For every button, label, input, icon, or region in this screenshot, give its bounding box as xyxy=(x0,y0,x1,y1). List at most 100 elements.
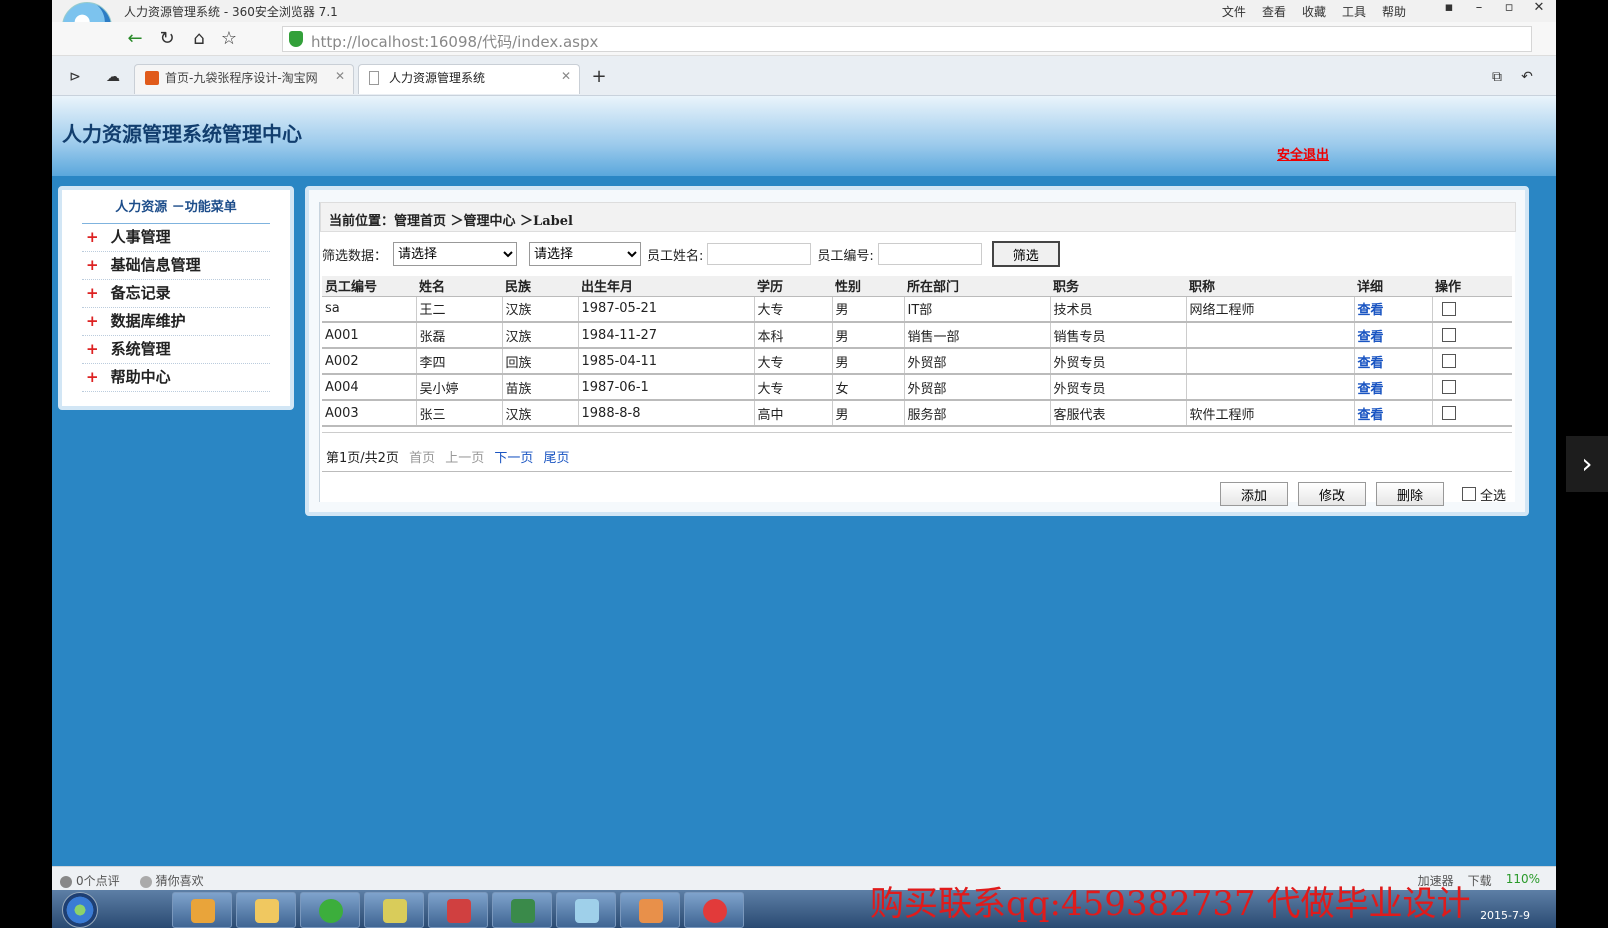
next-page-link[interactable]: 下一页 xyxy=(494,451,533,466)
menu-view[interactable]: 查看 xyxy=(1262,3,1286,20)
view-link[interactable]: 查看 xyxy=(1358,330,1384,345)
cell-birthdate: 1984-11-27 xyxy=(578,321,755,349)
row-checkbox[interactable] xyxy=(1441,328,1456,342)
home-icon[interactable]: ⌂ xyxy=(188,28,210,50)
tab-bar: ⊳ ☁ 首页-九袋张程序设计-淘宝网 ✕ 人力资源管理系统 ✕ + ⧉ ↶ xyxy=(52,56,1556,96)
table-header-row: 员工编号 姓名 民族 出生年月 学历 性别 所在部门 职务 职称 详细 操作 xyxy=(322,276,1512,297)
pin-icon[interactable]: ▪ xyxy=(1438,0,1460,15)
tab-taobao[interactable]: 首页-九袋张程序设计-淘宝网 ✕ xyxy=(134,64,354,94)
taskbar-snipping[interactable] xyxy=(364,892,424,928)
cell-name: 张三 xyxy=(416,399,503,427)
col-header: 姓名 xyxy=(416,276,502,297)
sidebar-item-basic-info[interactable]: + 基础信息管理 xyxy=(82,252,270,280)
tab-close-icon[interactable]: ✕ xyxy=(335,69,345,83)
last-page-link[interactable]: 尾页 xyxy=(544,451,570,466)
cell-select xyxy=(1432,347,1512,375)
page-title: 人力资源管理系统管理中心 xyxy=(62,122,302,146)
restore-tab-icon[interactable]: ⧉ xyxy=(1486,66,1508,88)
sidebar-item-memo[interactable]: + 备忘记录 xyxy=(82,280,270,308)
cell-title xyxy=(1186,347,1355,375)
menu-favorites[interactable]: 收藏 xyxy=(1302,3,1326,20)
menu-help[interactable]: 帮助 xyxy=(1382,3,1406,20)
menu-file[interactable]: 文件 xyxy=(1222,3,1246,20)
logout-link[interactable]: 安全退出 xyxy=(1277,144,1329,163)
chevron-right-icon[interactable]: › xyxy=(1566,436,1608,492)
filter-bar: 筛选数据： 请选择 请选择 员工姓名: 员工编号: 筛选 xyxy=(322,240,1060,268)
view-link[interactable]: 查看 xyxy=(1358,382,1384,397)
folder-icon xyxy=(255,899,279,923)
cell-gender: 女 xyxy=(832,373,905,401)
taskbar-notepad[interactable] xyxy=(556,892,616,928)
monitor-icon xyxy=(511,899,535,923)
plus-icon: + xyxy=(86,284,99,302)
sidebar-item-help[interactable]: + 帮助中心 xyxy=(82,364,270,392)
taskbar-explorer[interactable] xyxy=(236,892,296,928)
system-clock[interactable]: 2015-7-9 xyxy=(1480,892,1530,924)
tab-hr-system[interactable]: 人力资源管理系统 ✕ xyxy=(358,64,580,94)
cell-education: 大专 xyxy=(754,295,833,323)
row-checkbox[interactable] xyxy=(1441,380,1456,394)
col-header: 所在部门 xyxy=(904,276,1050,297)
taskbar-app-red[interactable] xyxy=(428,892,488,928)
sidebar-item-label: 人事管理 xyxy=(110,228,171,246)
cell-detail: 查看 xyxy=(1354,373,1433,401)
row-checkbox[interactable] xyxy=(1441,354,1456,368)
edit-button[interactable]: 修改 xyxy=(1298,482,1366,506)
maximize-icon[interactable]: ▫ xyxy=(1498,0,1520,15)
select-all-checkbox[interactable]: 全选 xyxy=(1462,485,1506,504)
filter-select-2[interactable]: 请选择 xyxy=(529,242,642,266)
view-link[interactable]: 查看 xyxy=(1358,356,1384,371)
row-checkbox[interactable] xyxy=(1441,406,1456,420)
cell-ethnicity: 苗族 xyxy=(502,373,579,401)
taskbar-360-browser[interactable] xyxy=(300,892,360,928)
cell-id: sa xyxy=(322,295,417,323)
first-page-link: 首页 xyxy=(409,451,436,466)
back-arrow-icon[interactable]: ← xyxy=(124,28,146,50)
table-row: A001 张磊 汉族 1984-11-27 本科 男 销售一部 销售专员 查看 xyxy=(322,321,1512,349)
url-input[interactable]: http://localhost:16098/代码/index.aspx xyxy=(282,26,1532,52)
new-tab-icon[interactable]: + xyxy=(588,66,610,88)
browser-menu: 文件 查看 收藏 工具 帮助 xyxy=(1222,3,1406,20)
url-text: http://localhost:16098/代码/index.aspx xyxy=(311,33,599,51)
col-header: 员工编号 xyxy=(322,276,416,297)
taskbar-monitor[interactable] xyxy=(492,892,552,928)
zoom-level[interactable]: 110% xyxy=(1506,872,1540,889)
cloud-icon[interactable]: ☁ xyxy=(102,66,124,88)
guess-like-status[interactable]: 猜你喜欢 xyxy=(139,872,204,889)
view-link[interactable]: 查看 xyxy=(1358,303,1384,318)
refresh-icon[interactable]: ↻ xyxy=(156,28,178,50)
taskbar-app-orange[interactable] xyxy=(620,892,680,928)
sidebar-item-personnel[interactable]: + 人事管理 xyxy=(82,224,270,252)
filter-button[interactable]: 筛选 xyxy=(991,241,1060,267)
checkbox[interactable] xyxy=(1462,487,1476,501)
undo-icon[interactable]: ↶ xyxy=(1516,66,1538,88)
filter-select-1[interactable]: 请选择 xyxy=(393,242,518,266)
sidebar-item-database[interactable]: + 数据库维护 xyxy=(82,308,270,336)
employee-name-input[interactable] xyxy=(707,243,812,265)
select-all-label: 全选 xyxy=(1480,488,1507,504)
tab-close-icon[interactable]: ✕ xyxy=(561,69,571,83)
minimize-icon[interactable]: – xyxy=(1468,0,1490,15)
employee-id-input[interactable] xyxy=(877,243,982,265)
star-icon[interactable]: ☆ xyxy=(218,28,240,50)
sidebar-item-label: 系统管理 xyxy=(110,340,171,358)
menu-tools[interactable]: 工具 xyxy=(1342,3,1366,20)
close-icon[interactable]: ✕ xyxy=(1528,0,1550,15)
view-link[interactable]: 查看 xyxy=(1358,408,1384,423)
delete-button[interactable]: 删除 xyxy=(1376,482,1444,506)
comments-status[interactable]: 0个点评 xyxy=(60,872,120,889)
watermark-text: 购买联系qq:459382737 代做毕业设计 xyxy=(870,884,1471,924)
taskbar-search-app[interactable] xyxy=(172,892,232,928)
plus-icon: + xyxy=(86,228,99,246)
sidebar-item-system[interactable]: + 系统管理 xyxy=(82,336,270,364)
paint-icon xyxy=(639,899,663,923)
tab-label: 首页-九袋张程序设计-淘宝网 xyxy=(165,71,318,85)
add-button[interactable]: 添加 xyxy=(1220,482,1288,506)
cell-education: 大专 xyxy=(754,347,833,375)
cell-ethnicity: 汉族 xyxy=(502,321,579,349)
taskbar-app-cow[interactable] xyxy=(684,892,744,928)
row-checkbox[interactable] xyxy=(1441,301,1456,316)
sidebar-toggle-icon[interactable]: ⊳ xyxy=(64,66,86,88)
start-button[interactable] xyxy=(62,892,98,928)
download-label[interactable]: 下载 xyxy=(1468,872,1492,889)
